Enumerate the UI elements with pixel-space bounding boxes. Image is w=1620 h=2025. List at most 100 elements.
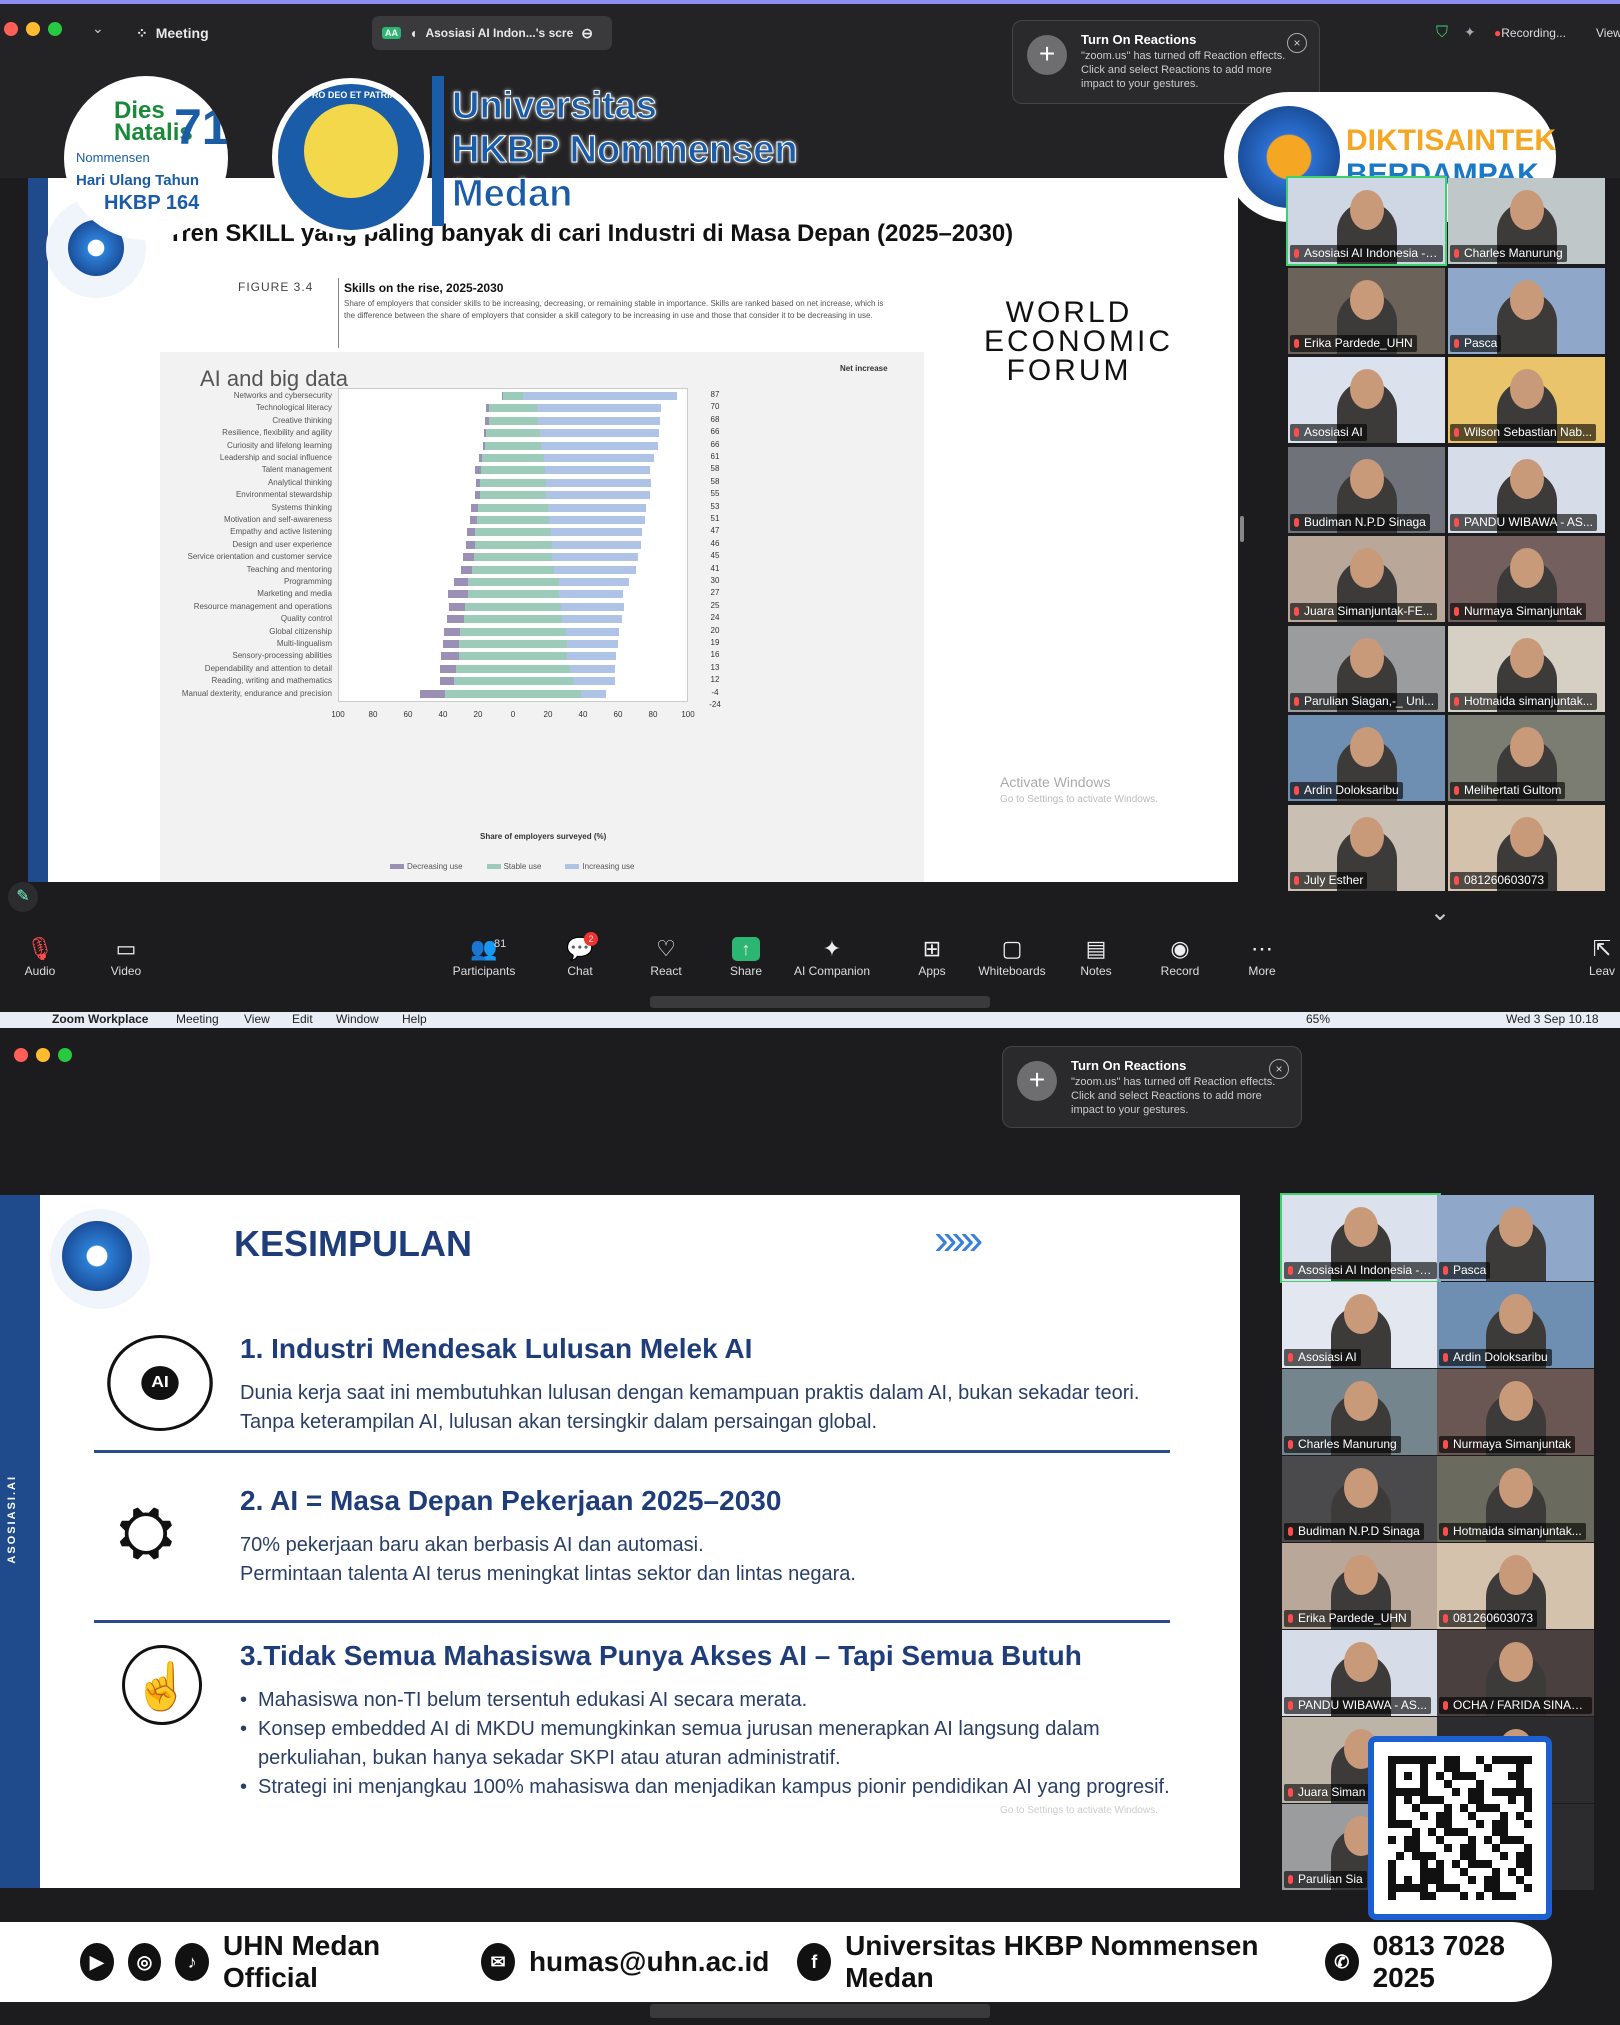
- participant-tile[interactable]: Charles Manurung: [1448, 178, 1605, 264]
- participant-tile[interactable]: Wilson Sebastian Nab...: [1448, 357, 1605, 443]
- net-increase-value: 47: [710, 526, 720, 536]
- control-notes[interactable]: ▤ Notes: [1056, 934, 1136, 978]
- participant-tile[interactable]: Budiman N.P.D Sinaga: [1282, 1456, 1439, 1542]
- participant-name: Asosiasi AI Indonesia - G...: [1284, 1262, 1437, 1279]
- participant-tile[interactable]: July Esther: [1288, 804, 1445, 891]
- close-toast-button-2[interactable]: ×: [1269, 1059, 1289, 1079]
- participant-tile[interactable]: Hotmaida simanjuntak...: [1437, 1456, 1594, 1542]
- bar-increasing: [572, 677, 615, 686]
- participant-name: 081260603073: [1439, 1610, 1538, 1627]
- speaker-icon: ◖: [409, 25, 418, 41]
- participant-tile[interactable]: Erika Pardede_UHN: [1288, 267, 1445, 354]
- participant-tile[interactable]: Asosiasi AI Indonesia - G...: [1280, 1193, 1441, 1283]
- bar-increasing: [562, 615, 622, 624]
- bar-stable: [482, 454, 544, 462]
- control-more[interactable]: ⋯ More: [1222, 934, 1302, 978]
- bar-stable: [459, 627, 567, 636]
- control-whiteboards[interactable]: ▢ Whiteboards: [972, 934, 1052, 978]
- bar-increasing: [543, 454, 654, 462]
- tiktok-icon: ♪: [175, 1943, 210, 1981]
- participant-tile[interactable]: Asosiasi AI: [1282, 1282, 1439, 1368]
- sparkle-icon[interactable]: ✦: [1464, 24, 1476, 41]
- net-increase-value: -4: [711, 687, 719, 697]
- control-share[interactable]: ↑ Share: [706, 934, 786, 978]
- category-label: Dependability and attention to detail: [204, 663, 332, 673]
- youtube-icon: ▶: [80, 1943, 114, 1981]
- participant-tile[interactable]: Nurmaya Simanjuntak: [1448, 536, 1605, 622]
- participant-tile[interactable]: Parulian Siagan,-_ Uni...: [1288, 625, 1445, 712]
- slide2-title: KESIMPULAN: [234, 1223, 473, 1264]
- category-label: Service orientation and customer service: [187, 552, 332, 562]
- participant-tile[interactable]: Melihertati Gultom: [1448, 715, 1605, 801]
- chevron-down-icon[interactable]: ⌄: [92, 20, 104, 37]
- bar-stable: [479, 491, 547, 500]
- control-leav[interactable]: ⇱ Leav: [1582, 934, 1620, 978]
- participant-tile[interactable]: Asosiasi AI: [1288, 357, 1445, 443]
- control-react[interactable]: ♡ React: [626, 934, 706, 978]
- tab-meeting[interactable]: ⁘ Meeting: [126, 16, 219, 50]
- participant-name: Nurmaya Simanjuntak: [1439, 1436, 1576, 1453]
- participant-tile[interactable]: Budiman N.P.D Sinaga: [1288, 446, 1445, 533]
- close-window-button-2[interactable]: [14, 1048, 28, 1062]
- control-video[interactable]: ▭ Video: [86, 934, 166, 978]
- bar-increasing: [566, 627, 619, 636]
- zoom-window-button[interactable]: [48, 22, 62, 36]
- participant-name: Charles Manurung: [1450, 245, 1567, 262]
- control-participants[interactable]: 👥 Participants 81: [444, 934, 524, 978]
- participant-tile[interactable]: Asosiasi AI Indonesia - G...: [1286, 176, 1447, 266]
- participant-tile[interactable]: 081260603073: [1448, 804, 1605, 891]
- control-apps[interactable]: ⊞ Apps: [892, 934, 972, 978]
- splitter-handle[interactable]: [1240, 516, 1244, 542]
- minimize-window-button[interactable]: [26, 22, 40, 36]
- dies-natalis-logo: Dies Natalis 71 Nommensen Hari Ulang Tahu…: [64, 76, 228, 240]
- point-1: 1. Industri Mendesak Lulusan Melek AI Dun…: [240, 1333, 1140, 1433]
- bar-decreasing: [448, 590, 468, 599]
- participant-tile[interactable]: Charles Manurung: [1282, 1369, 1439, 1455]
- participant-tile[interactable]: Nurmaya Simanjuntak: [1437, 1369, 1594, 1455]
- bar-decreasing: [453, 578, 468, 586]
- net-increase-value: 24: [710, 613, 720, 623]
- participant-tile[interactable]: Pasca: [1437, 1195, 1594, 1281]
- bar-decreasing: [439, 677, 454, 686]
- minimize-window-button-2[interactable]: [36, 1048, 50, 1062]
- annotate-pencil-icon[interactable]: ✎: [8, 882, 38, 912]
- participant-tile[interactable]: Ardin Dolok­saribu: [1437, 1282, 1594, 1368]
- net-increase-value: 58: [710, 476, 720, 486]
- participant-name: Ardin Dolok­saribu: [1439, 1349, 1552, 1366]
- tab-share[interactable]: AA ◖ Asosiasi AI Indon...'s scre ⊖: [372, 16, 612, 50]
- bar-increasing: [567, 640, 618, 648]
- control-record[interactable]: ◉ Record: [1140, 934, 1220, 978]
- participant-name: Charles Manurung: [1284, 1436, 1401, 1453]
- participant-tile[interactable]: PANDU WIBAWA - AS...: [1282, 1630, 1439, 1716]
- reaction-plus-icon: +: [1017, 1061, 1057, 1101]
- zoom-window-button-2[interactable]: [58, 1048, 72, 1062]
- more-icon: ⋯: [1251, 936, 1273, 961]
- category-label: Environmental stewardship: [235, 490, 332, 500]
- university-crest-icon: PRO DEO ET PATRIA: [272, 78, 430, 236]
- participant-tile[interactable]: OCHA / FARIDA SINAGA: [1437, 1630, 1594, 1716]
- participant-tile[interactable]: Hotmaida simanjuntak...: [1448, 625, 1605, 712]
- category-label: Design and user experience: [232, 539, 332, 549]
- participant-tile[interactable]: PANDU WIBAWA - AS...: [1448, 446, 1605, 533]
- qr-code-image[interactable]: [1368, 1736, 1552, 1920]
- x-tick-label: 80: [368, 710, 378, 719]
- participant-tile[interactable]: Juara Simanjuntak-FE...: [1288, 536, 1445, 622]
- close-toast-button[interactable]: ×: [1287, 33, 1307, 53]
- close-window-button[interactable]: [4, 22, 18, 36]
- bar-increasing: [537, 416, 660, 425]
- net-increase-value: 12: [710, 675, 720, 685]
- view-button[interactable]: View: [1596, 26, 1620, 40]
- category-label: Sensory-processing abilities: [232, 651, 332, 661]
- net-increase-value: 61: [710, 452, 720, 461]
- recording-status[interactable]: ●Recording...: [1494, 26, 1566, 40]
- wef-logo: WORLD ECONOMIC FORUM: [984, 296, 1173, 387]
- shield-icon[interactable]: ⛉: [1436, 24, 1448, 42]
- participant-tile[interactable]: Erika Pardede_UHN: [1282, 1543, 1439, 1629]
- participant-tile[interactable]: Ardin Dolok­saribu: [1288, 715, 1445, 801]
- control-audio[interactable]: 🎙 Audio: [0, 934, 80, 978]
- more-icon[interactable]: ⊖: [581, 25, 593, 42]
- control-chat[interactable]: 💬 Chat 2: [540, 932, 620, 978]
- control-ai-companion[interactable]: ✦ AI Companion: [792, 934, 872, 978]
- participant-tile[interactable]: Pasca: [1448, 267, 1605, 354]
- participant-tile[interactable]: 081260603073: [1437, 1543, 1594, 1629]
